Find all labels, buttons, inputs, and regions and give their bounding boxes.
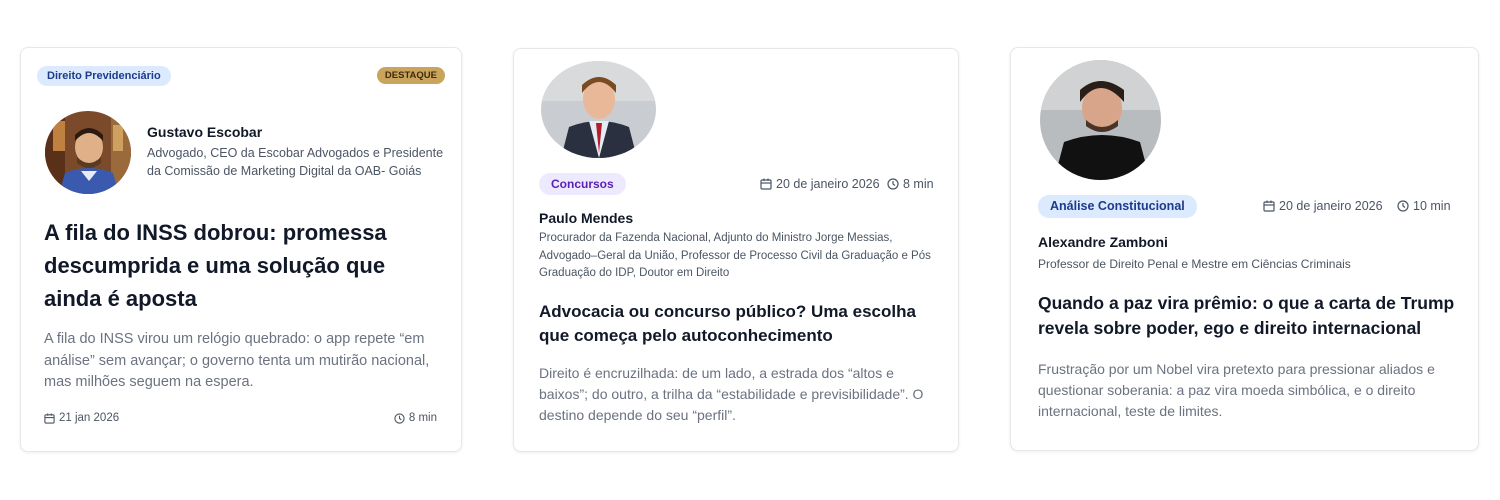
author-role: Procurador da Fazenda Nacional, Adjunto …: [539, 232, 931, 279]
article-title[interactable]: Advocacia ou concurso público? Uma escol…: [539, 300, 939, 348]
author-role: Advogado, CEO da Escobar Advogados e Pre…: [147, 146, 444, 178]
clock-icon: [394, 412, 405, 424]
author-name[interactable]: Alexandre Zamboni: [1038, 234, 1168, 250]
author-avatar[interactable]: [541, 61, 656, 158]
article-card-2[interactable]: Concursos 20 de janeiro 2026 8 min Paulo…: [513, 48, 959, 452]
article-excerpt: Direito é encruzilhada: de um lado, a es…: [539, 365, 924, 423]
calendar-icon: [44, 412, 55, 424]
article-date: 21 jan 2026: [44, 412, 119, 424]
article-title[interactable]: Quando a paz vira prêmio: o que a carta …: [1038, 291, 1458, 341]
category-badge[interactable]: Direito Previdenciário: [37, 66, 171, 86]
author-avatar[interactable]: [45, 111, 131, 194]
read-time-text: 10 min: [1413, 199, 1451, 213]
date-text: 21 jan 2026: [59, 412, 120, 424]
author-role: Professor de Direito Penal e Mestre em C…: [1038, 257, 1351, 271]
read-time-text: 8 min: [408, 412, 437, 424]
calendar-icon: [760, 178, 772, 190]
calendar-icon: [1263, 200, 1275, 212]
author-avatar[interactable]: [1040, 60, 1161, 180]
category-badge[interactable]: Análise Constitucional: [1038, 195, 1197, 218]
author-name[interactable]: Gustavo Escobar: [147, 124, 262, 140]
category-badge[interactable]: Concursos: [539, 173, 626, 195]
article-card-1[interactable]: Direito Previdenciário DESTAQUE Gustavo …: [20, 47, 462, 452]
clock-icon: [887, 178, 899, 190]
article-card-3[interactable]: Análise Constitucional 20 de janeiro 202…: [1010, 47, 1479, 451]
article-excerpt: A fila do INSS virou um relógio quebrado…: [44, 331, 430, 390]
author-name[interactable]: Paulo Mendes: [539, 210, 633, 226]
article-excerpt: Frustração por um Nobel vira pretexto pa…: [1038, 361, 1435, 419]
date-text: 20 de janeiro 2026: [776, 177, 880, 191]
read-time: 8 min: [887, 177, 934, 191]
read-time: 10 min: [1397, 199, 1451, 213]
article-date: 20 de janeiro 2026: [1263, 199, 1383, 213]
read-time-text: 8 min: [903, 177, 934, 191]
clock-icon: [1397, 200, 1409, 212]
featured-badge: DESTAQUE: [376, 67, 445, 84]
article-title[interactable]: A fila do INSS dobrou: promessa descumpr…: [44, 216, 424, 315]
article-date: 20 de janeiro 2026: [760, 177, 880, 191]
date-text: 20 de janeiro 2026: [1279, 199, 1383, 213]
read-time: 8 min: [394, 412, 437, 424]
